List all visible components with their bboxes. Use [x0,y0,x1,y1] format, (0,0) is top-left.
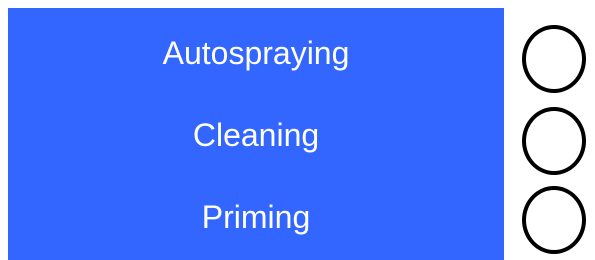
mode-panel: Autospraying Cleaning Priming [8,8,504,260]
cleaning-radio-button[interactable] [522,107,586,175]
autospraying-radio-button[interactable] [522,25,586,93]
mode-label-autospraying: Autospraying [162,35,350,71]
mode-label-priming: Priming [201,199,311,235]
priming-radio-button[interactable] [522,186,586,254]
mode-label-cleaning: Cleaning [192,117,320,153]
